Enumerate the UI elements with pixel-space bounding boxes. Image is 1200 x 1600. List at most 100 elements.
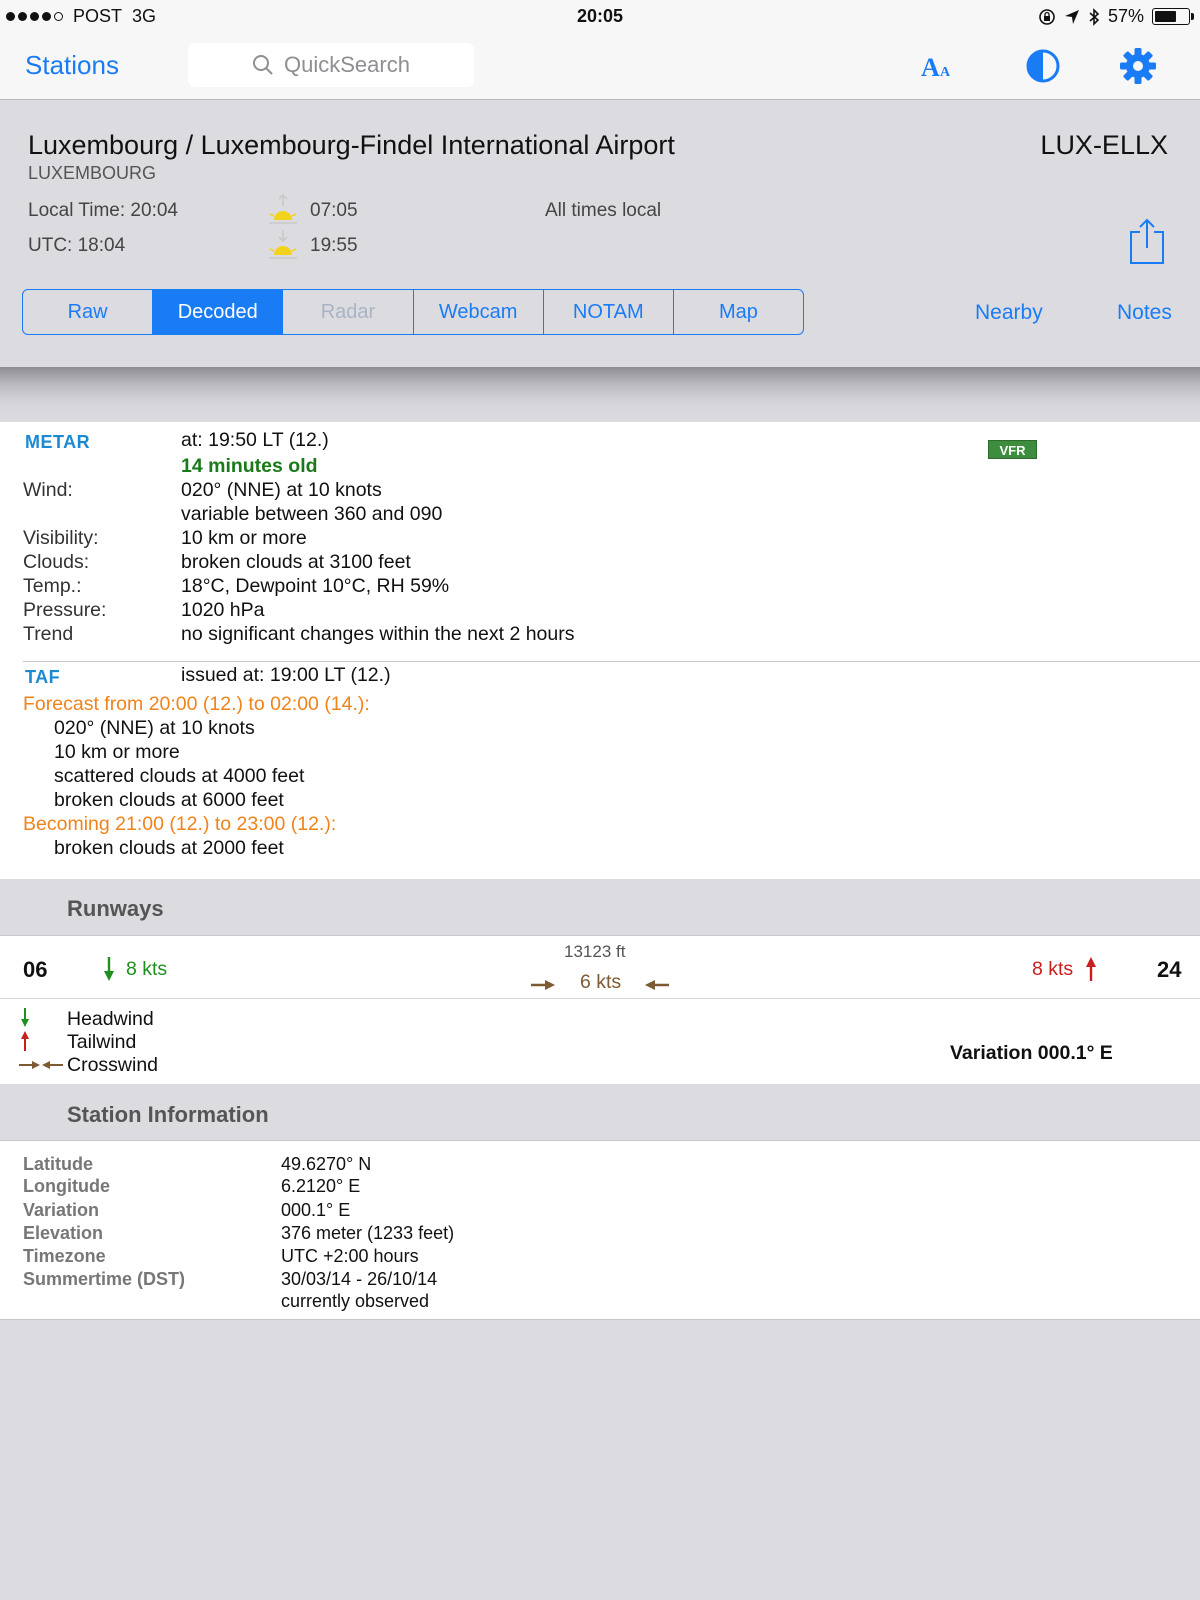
metar-value: variable between 360 and 090 bbox=[181, 503, 443, 525]
stations-button[interactable]: Stations bbox=[25, 50, 119, 81]
share-icon bbox=[1130, 218, 1164, 264]
notes-link[interactable]: Notes bbox=[1117, 301, 1172, 325]
crosswind-left-arrow-icon bbox=[645, 980, 669, 990]
taf-line: 020° (NNE) at 10 knots bbox=[54, 717, 255, 739]
share-button[interactable] bbox=[1128, 218, 1166, 271]
runway-left-headwind: 8 kts bbox=[126, 958, 168, 980]
metar-label: Pressure: bbox=[23, 599, 107, 621]
info-value: 49.6270° N bbox=[281, 1154, 372, 1174]
weather-panel: METAR at: 19:50 LT (12.) 14 minutes old … bbox=[0, 422, 1200, 879]
metar-title: METAR bbox=[25, 432, 91, 452]
taf-becoming-header: Becoming 21:00 (12.) to 23:00 (12.): bbox=[23, 813, 337, 835]
gear-icon bbox=[1120, 48, 1156, 84]
metar-label: Wind: bbox=[23, 479, 73, 501]
runways-panel: 06 8 kts 13123 ft 6 kts 8 kts 24 Headwin… bbox=[0, 935, 1200, 1084]
svg-text:A: A bbox=[921, 53, 940, 81]
info-value: UTC +2:00 hours bbox=[281, 1246, 419, 1266]
station-code: LUX-ELLX bbox=[1040, 130, 1168, 160]
tab-notam[interactable]: NOTAM bbox=[544, 290, 674, 334]
view-segmented-control: Raw Decoded Radar Webcam NOTAM Map bbox=[22, 289, 804, 335]
taf-line: 10 km or more bbox=[54, 741, 180, 763]
metar-label: Temp.: bbox=[23, 575, 82, 597]
runway-left-id: 06 bbox=[23, 957, 48, 982]
info-label: Timezone bbox=[23, 1246, 106, 1266]
battery-percent: 57% bbox=[1107, 6, 1144, 26]
tab-decoded[interactable]: Decoded bbox=[153, 290, 284, 334]
legend-crosswind-icon bbox=[19, 1061, 63, 1069]
bluetooth-icon bbox=[1089, 7, 1100, 26]
runway-right-tailwind: 8 kts bbox=[1032, 958, 1074, 980]
times-note: All times local bbox=[545, 200, 662, 221]
quick-search-input[interactable]: QuickSearch bbox=[188, 43, 474, 87]
rotation-lock-icon bbox=[1039, 8, 1055, 25]
sunset-icon bbox=[269, 230, 297, 259]
font-size-icon: AA bbox=[921, 53, 951, 81]
taf-line: broken clouds at 2000 feet bbox=[54, 837, 284, 859]
status-bar: POST 3G 20:05 57% bbox=[0, 0, 1200, 32]
taf-line: scattered clouds at 4000 feet bbox=[54, 765, 305, 787]
info-value: 376 meter (1233 feet) bbox=[281, 1223, 455, 1243]
runway-variation: Variation 000.1° E bbox=[950, 1042, 1113, 1064]
tab-radar: Radar bbox=[283, 290, 414, 334]
contrast-button[interactable] bbox=[1023, 46, 1063, 86]
runway-crosswind: 6 kts bbox=[580, 971, 622, 993]
metar-value: 020° (NNE) at 10 knots bbox=[181, 479, 382, 501]
info-value: 30/03/14 - 26/10/14 bbox=[281, 1269, 438, 1289]
section-divider bbox=[23, 661, 1200, 662]
legend-crosswind: Crosswind bbox=[67, 1054, 159, 1076]
tailwind-arrow-icon bbox=[1086, 957, 1096, 981]
metar-age: 14 minutes old bbox=[181, 455, 318, 477]
font-size-button[interactable]: AA bbox=[917, 46, 957, 86]
metar-label: Visibility: bbox=[23, 527, 99, 549]
legend-headwind: Headwind bbox=[67, 1008, 154, 1030]
info-label: Elevation bbox=[23, 1223, 104, 1243]
runway-right-id: 24 bbox=[1157, 957, 1182, 982]
sunset-time: 19:55 bbox=[310, 235, 358, 256]
tab-map[interactable]: Map bbox=[674, 290, 803, 334]
metar-issued: at: 19:50 LT (12.) bbox=[181, 429, 329, 451]
taf-issued: issued at: 19:00 LT (12.) bbox=[181, 664, 391, 686]
sunset-row: 19:55 bbox=[268, 229, 358, 263]
metar-value: 18°C, Dewpoint 10°C, RH 59% bbox=[181, 575, 450, 597]
local-time: Local Time: 20:04 bbox=[28, 200, 178, 221]
metar-value: no significant changes within the next 2… bbox=[181, 623, 575, 645]
sunrise-icon bbox=[269, 194, 297, 224]
metar-value: broken clouds at 3100 feet bbox=[181, 551, 411, 573]
info-label: Summertime (DST) bbox=[23, 1269, 186, 1289]
station-name: Luxembourg / Luxembourg-Findel Internati… bbox=[28, 130, 675, 160]
taf-line: broken clouds at 6000 feet bbox=[54, 789, 284, 811]
svg-text:A: A bbox=[940, 65, 951, 80]
sunrise-time: 07:05 bbox=[310, 200, 358, 221]
search-placeholder: QuickSearch bbox=[284, 52, 410, 77]
runway-divider bbox=[0, 998, 1200, 999]
contrast-icon bbox=[1026, 49, 1060, 83]
station-info-section-header: Station Information bbox=[0, 1084, 1200, 1140]
location-arrow-icon bbox=[1064, 9, 1079, 24]
info-value: currently observed bbox=[281, 1291, 430, 1311]
tab-webcam[interactable]: Webcam bbox=[414, 290, 544, 334]
legend-tailwind-icon bbox=[21, 1031, 29, 1051]
info-label: Longitude bbox=[23, 1176, 110, 1196]
taf-forecast-header: Forecast from 20:00 (12.) to 02:00 (14.)… bbox=[23, 693, 370, 715]
taf-title: TAF bbox=[25, 667, 61, 687]
station-country: LUXEMBOURG bbox=[28, 163, 157, 183]
header-shadow bbox=[0, 367, 1200, 422]
runways-section-header: Runways bbox=[0, 879, 1200, 935]
tab-raw[interactable]: Raw bbox=[23, 290, 154, 334]
utc-time: UTC: 18:04 bbox=[28, 235, 126, 256]
settings-button[interactable] bbox=[1118, 46, 1158, 86]
clock: 20:05 bbox=[576, 6, 624, 26]
nearby-link[interactable]: Nearby bbox=[975, 301, 1043, 325]
info-label: Variation bbox=[23, 1200, 100, 1220]
info-label: Latitude bbox=[23, 1154, 93, 1174]
metar-label: Trend bbox=[23, 623, 74, 645]
runways-title: Runways bbox=[67, 896, 164, 921]
sunrise-row: 07:05 bbox=[268, 194, 358, 228]
crosswind-right-arrow-icon bbox=[531, 980, 555, 990]
info-value: 000.1° E bbox=[281, 1200, 351, 1220]
headwind-arrow-icon bbox=[104, 957, 114, 981]
metar-value: 1020 hPa bbox=[181, 599, 265, 621]
legend-tailwind: Tailwind bbox=[67, 1031, 137, 1053]
info-value: 6.2120° E bbox=[281, 1176, 361, 1196]
battery-icon bbox=[1152, 8, 1194, 25]
